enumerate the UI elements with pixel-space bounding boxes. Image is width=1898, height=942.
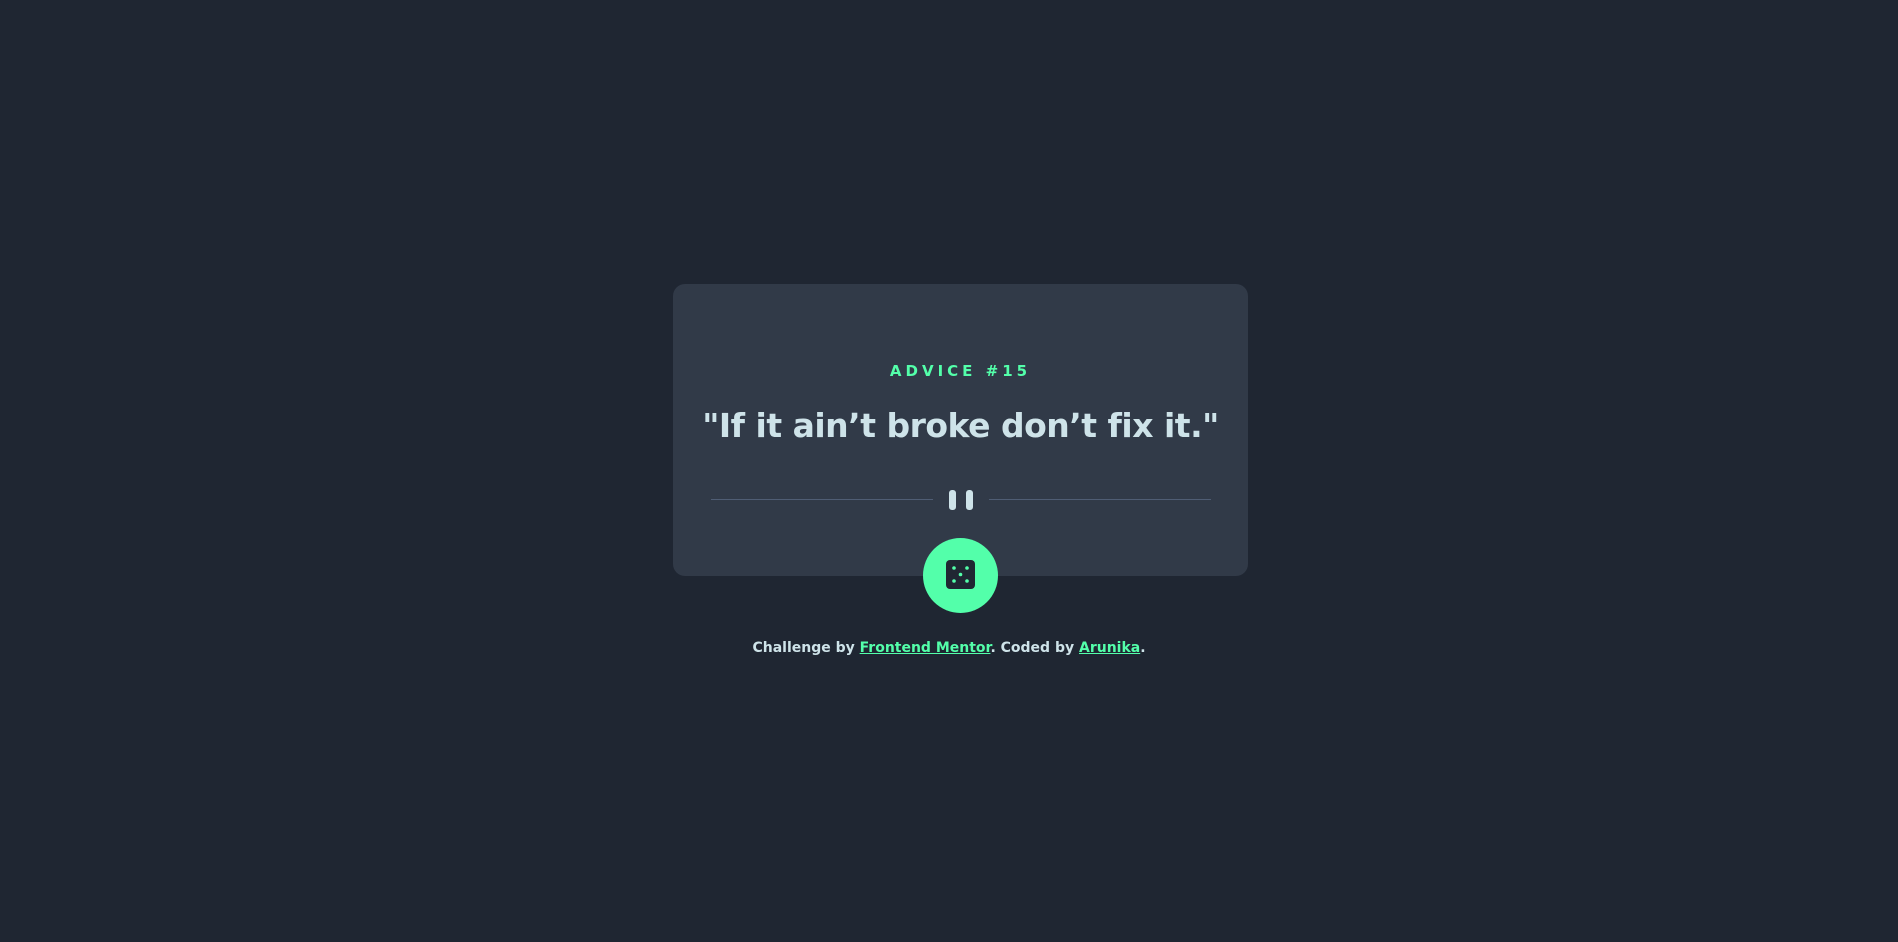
advice-quote: "If it ain’t broke don’t fix it.": [702, 406, 1219, 445]
new-advice-button[interactable]: [923, 538, 998, 613]
pattern-divider: [711, 489, 1211, 511]
attribution-suffix: .: [1140, 640, 1146, 656]
attribution-prefix: Challenge by: [752, 640, 860, 656]
attribution-middle: . Coded by: [990, 640, 1079, 656]
frontend-mentor-link[interactable]: Frontend Mentor: [860, 640, 991, 656]
advice-card: ADVICE #15 "If it ain’t broke don’t fix …: [673, 284, 1248, 576]
attribution: Challenge by Frontend Mentor. Coded by A…: [0, 640, 1898, 656]
divider-line-left: [711, 499, 933, 500]
advice-number: ADVICE #15: [889, 362, 1032, 380]
divider-line-right: [989, 499, 1211, 500]
author-link[interactable]: Arunika: [1079, 640, 1140, 656]
pause-icon: [949, 490, 973, 510]
dice-icon: [946, 560, 975, 589]
